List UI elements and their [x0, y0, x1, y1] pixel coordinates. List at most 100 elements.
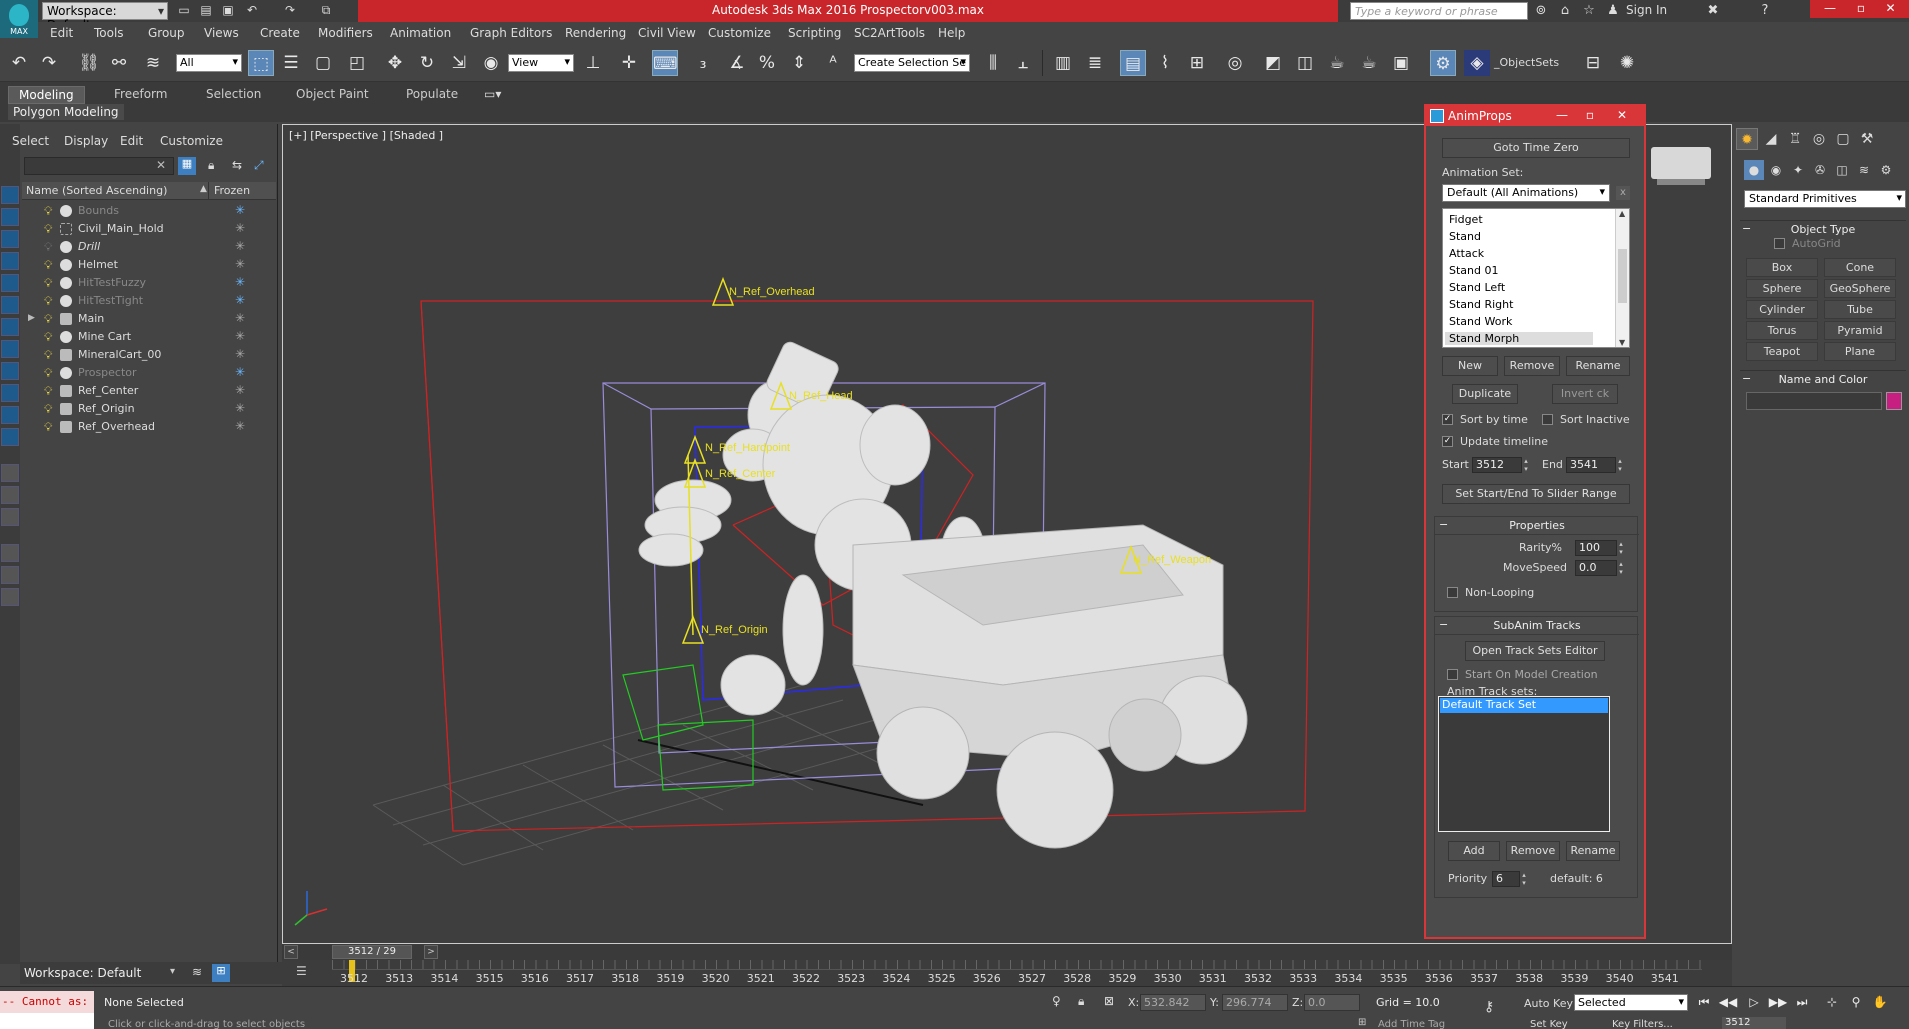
curve-editor-mini-icon[interactable]: ☰	[296, 964, 307, 978]
plane-button[interactable]: Plane	[1824, 342, 1896, 361]
render-production-icon[interactable]: ☕	[1324, 50, 1350, 76]
frozen-icon[interactable]: ✳	[235, 203, 245, 217]
menu-views[interactable]: Views	[204, 26, 239, 40]
invert-check-button[interactable]: Invert ck	[1552, 384, 1618, 404]
maximize-button[interactable]: ▫	[1578, 107, 1602, 123]
display-all-icon[interactable]	[1, 464, 19, 482]
rename-track-set-button[interactable]: Rename	[1566, 841, 1620, 861]
sc2-export-icon[interactable]: ⊟	[1580, 50, 1606, 76]
layers-icon[interactable]	[1, 588, 19, 606]
display-lights-icon[interactable]	[1, 230, 19, 248]
add-time-tag-button[interactable]: Add Time Tag	[1378, 1019, 1445, 1029]
list-item[interactable]: 💡︎ Ref_Center ✳	[22, 382, 276, 400]
select-and-link-icon[interactable]: ⛓	[76, 50, 102, 76]
next-frame-icon[interactable]: ▶▶	[1768, 994, 1788, 1011]
subanim-rollout-title[interactable]: − SubAnim Tracks	[1435, 617, 1639, 635]
se-menu-select[interactable]: Select	[12, 134, 49, 148]
material-editor-icon[interactable]: ◎	[1222, 50, 1248, 76]
scroll-down-icon[interactable]: ▼	[1619, 338, 1625, 347]
pan-icon[interactable]: ✋	[1870, 994, 1890, 1011]
key-filters-button[interactable]: Key Filters...	[1612, 1019, 1673, 1029]
list-item[interactable]: 💡︎ Ref_Origin ✳	[22, 400, 276, 418]
sync-selection-icon[interactable]: ⇆	[232, 158, 242, 172]
schematic-view-icon[interactable]: ⊞	[1184, 50, 1210, 76]
movespeed-spinner[interactable]: 0.0	[1575, 560, 1628, 576]
list-item[interactable]: 💡︎ Drill ✳	[22, 238, 276, 256]
helpers-icon[interactable]: ◫	[1832, 160, 1852, 180]
end-frame-spinner[interactable]: 3541	[1566, 457, 1627, 473]
open-file-icon[interactable]: ▤	[198, 3, 214, 19]
list-item[interactable]: Fidget	[1449, 213, 1483, 226]
manipulate-icon[interactable]: ✛	[616, 50, 642, 76]
frozen-icon[interactable]: ✳	[235, 329, 245, 343]
object-color-swatch[interactable]	[1886, 392, 1902, 410]
bulb-icon[interactable]: 💡︎	[44, 204, 52, 219]
display-xrefs-icon[interactable]	[1, 340, 19, 358]
list-item[interactable]: 💡︎ Mine Cart ✳	[22, 328, 276, 346]
close-button[interactable]: ✕	[1610, 107, 1634, 123]
new-animation-button[interactable]: New	[1442, 356, 1498, 376]
selection-lock-icon[interactable]: 🔒︎	[1078, 994, 1084, 1009]
sc2-preview-icon[interactable]: ✺	[1614, 50, 1640, 76]
lights-icon[interactable]: ✦	[1788, 160, 1808, 180]
hierarchy-mode-icon[interactable]: ⊞	[212, 964, 230, 982]
se-menu-display[interactable]: Display	[64, 134, 108, 148]
undo-icon[interactable]: ↶	[6, 50, 32, 76]
angle-snap-icon[interactable]: ∡	[724, 50, 750, 76]
select-place-icon[interactable]: ◉	[478, 50, 504, 76]
sc2-tool-icon[interactable]: ⚙	[1430, 50, 1456, 76]
torus-button[interactable]: Torus	[1746, 321, 1818, 340]
bulb-icon[interactable]: 💡︎	[44, 330, 52, 345]
open-track-sets-editor-button[interactable]: Open Track Sets Editor	[1465, 641, 1605, 661]
list-item[interactable]: ▶ 💡︎ Main ✳	[22, 310, 276, 328]
list-item[interactable]: 💡︎ Civil_Main_Hold ✳	[22, 220, 276, 238]
auto-key-button[interactable]: Auto Key	[1524, 997, 1573, 1010]
curve-editor-icon[interactable]: ⌇	[1152, 50, 1178, 76]
list-item[interactable]: 💡︎ Prospector ✳	[22, 364, 276, 382]
lock-icon[interactable]: 🔒︎	[208, 158, 214, 173]
rarity-spinner[interactable]: 100	[1575, 540, 1628, 556]
ribbon-tab-object-paint[interactable]: Object Paint	[286, 86, 379, 104]
menu-customize[interactable]: Customize	[708, 26, 771, 40]
selection-filter-dropdown[interactable]: All	[176, 54, 242, 72]
geosphere-button[interactable]: GeoSphere	[1824, 279, 1896, 298]
z-coord-field[interactable]: 0.0	[1304, 994, 1360, 1011]
goto-time-zero-button[interactable]: Goto Time Zero	[1442, 138, 1630, 158]
project-folder-icon[interactable]: ⧉	[318, 3, 334, 19]
scroll-up-icon[interactable]: ▲	[1619, 209, 1625, 218]
bulb-icon[interactable]: 💡︎	[44, 348, 52, 363]
menu-tools[interactable]: Tools	[94, 26, 124, 40]
chevron-down-icon[interactable]: ▾	[170, 966, 175, 977]
properties-rollout-title[interactable]: − Properties	[1435, 517, 1639, 535]
time-slider-thumb[interactable]: 3512 / 29	[332, 945, 412, 959]
set-slider-range-button[interactable]: Set Start/End To Slider Range	[1442, 484, 1630, 504]
bulb-icon[interactable]: 💡︎	[44, 222, 52, 237]
ribbon-panel-label[interactable]: Polygon Modeling	[8, 104, 124, 120]
display-helpers-icon[interactable]	[1, 274, 19, 292]
frozen-icon[interactable]: ✳	[235, 383, 245, 397]
hierarchy-icon[interactable]	[1, 566, 19, 584]
menu-scripting[interactable]: Scripting	[788, 26, 841, 40]
list-item[interactable]: Stand Morph	[1445, 332, 1593, 345]
menu-modifiers[interactable]: Modifiers	[318, 26, 373, 40]
reference-coordinate-dropdown[interactable]: View	[508, 54, 574, 72]
render-setup-icon[interactable]: ◩	[1260, 50, 1286, 76]
list-item[interactable]: Stand Left	[1449, 281, 1505, 294]
binoculars-icon[interactable]: ⊚	[1532, 2, 1550, 20]
edit-named-selections-icon[interactable]: ᴬ	[820, 50, 846, 76]
bulb-icon[interactable]: 💡︎	[44, 402, 52, 417]
menu-rendering[interactable]: Rendering	[565, 26, 626, 40]
menu-graph-editors[interactable]: Graph Editors	[470, 26, 552, 40]
display-invert-icon[interactable]	[1, 508, 19, 526]
box-button[interactable]: Box	[1746, 258, 1818, 277]
frozen-icon[interactable]: ✳	[235, 221, 245, 235]
pyramid-button[interactable]: Pyramid	[1824, 321, 1896, 340]
object-name-input[interactable]	[1746, 392, 1882, 410]
menu-create[interactable]: Create	[260, 26, 300, 40]
utilities-tab-icon[interactable]: ⚒	[1856, 128, 1878, 150]
save-file-icon[interactable]: ▣	[220, 3, 236, 19]
go-to-end-icon[interactable]: ⏭	[1792, 994, 1812, 1011]
undo-icon[interactable]: ↶	[244, 3, 260, 19]
key-mode-dropdown[interactable]: Selected	[1574, 994, 1688, 1011]
list-item[interactable]: 💡︎ MineralCart_00 ✳	[22, 346, 276, 364]
